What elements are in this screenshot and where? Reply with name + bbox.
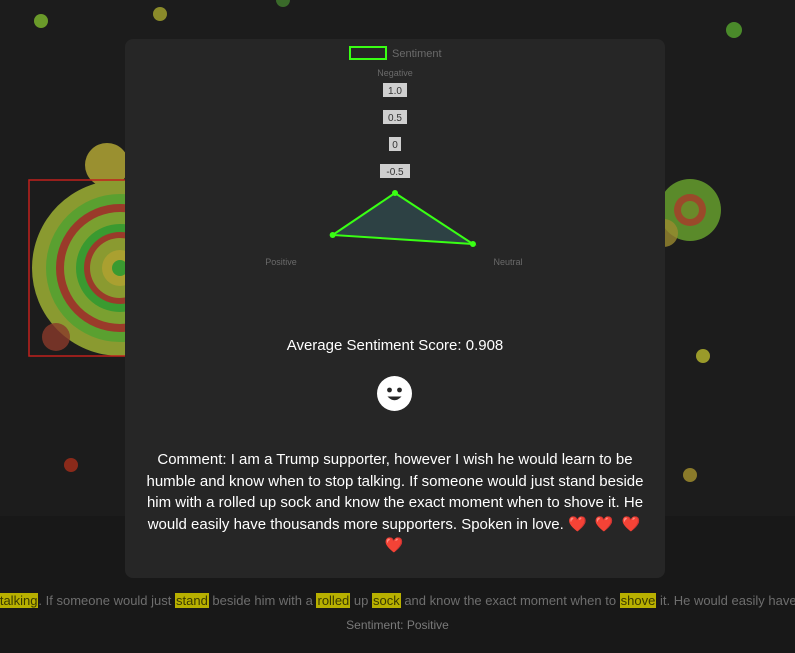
strip-sentiment-label: Sentiment: Positive	[346, 618, 449, 632]
comment-text: Comment: I am a Trump supporter, however…	[135, 449, 655, 557]
average-sentiment-score: Average Sentiment Score: 0.908	[286, 337, 504, 354]
data-point-positive[interactable]	[329, 232, 336, 238]
strip-text: beside him with a	[208, 593, 317, 608]
tick-label: 0.5	[388, 113, 402, 124]
tick-label: -0.5	[386, 167, 404, 178]
legend-swatch	[349, 46, 387, 60]
strip-text: and know the exact moment when to	[400, 593, 620, 608]
highlighted-word: shove	[619, 593, 657, 608]
highlighted-word: sock	[371, 593, 401, 608]
axis-label-positive: Positive	[265, 257, 297, 267]
data-point-negative[interactable]	[392, 190, 398, 196]
bubble[interactable]	[696, 349, 710, 363]
strip-text: up	[350, 593, 372, 608]
bubble[interactable]	[153, 7, 167, 21]
radar-chart: Sentiment 1.0 0.5 0 -0.5 Negative Neutral Posit…	[265, 46, 523, 267]
sentiment-modal: Sentiment 1.0 0.5 0 -0.5 Negative Neutral Posit…	[125, 39, 665, 578]
tick-label: 1.0	[388, 86, 402, 97]
bubble[interactable]	[726, 22, 742, 38]
highlighted-text: p talking. If someone would just stand b…	[0, 591, 795, 611]
strip-text: it. He would easily have	[656, 593, 795, 608]
bubble[interactable]	[34, 14, 48, 28]
highlighted-word: talking	[0, 593, 39, 608]
strip-text: . If someone would just	[38, 593, 175, 608]
data-point-neutral[interactable]	[469, 241, 476, 247]
series-area-sentiment	[329, 191, 477, 246]
axis-label-negative: Negative	[377, 68, 413, 78]
bubble[interactable]	[683, 468, 697, 482]
legend-label: Sentiment	[392, 48, 442, 60]
axis-label-neutral: Neutral	[493, 257, 522, 267]
highlighted-word: rolled	[316, 593, 351, 608]
highlighted-word: stand	[175, 593, 209, 608]
bubble[interactable]	[64, 458, 78, 472]
tick-label: 0	[392, 140, 398, 151]
smiley-face-icon	[377, 376, 412, 411]
bubble[interactable]	[276, 0, 290, 7]
comment-highlight-strip: p talking. If someone would just stand b…	[0, 591, 795, 611]
